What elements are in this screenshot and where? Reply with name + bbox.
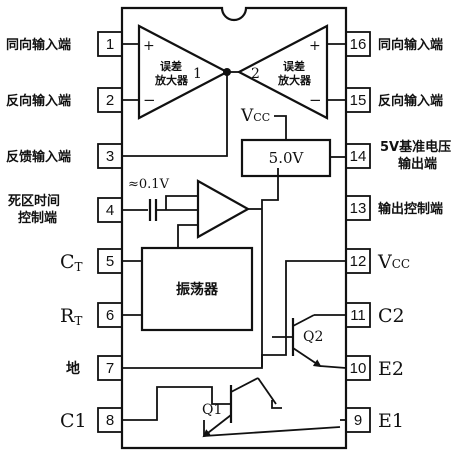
left-pins: 1 2 3 4 5 6 7 8 bbox=[97, 31, 123, 433]
deadtime-comparator: ≈0.1V bbox=[122, 177, 262, 248]
pin-label-15: 反向输入端 bbox=[378, 93, 443, 109]
pin-num-1: 1 bbox=[106, 36, 114, 53]
amp2-name-line2: 放大器 bbox=[277, 73, 312, 87]
amp2-number: 2 bbox=[251, 66, 260, 82]
pin-label-1: 同向输入端 bbox=[6, 37, 71, 53]
amp1-plus: + bbox=[143, 38, 155, 54]
amp1-name-line1: 误差 bbox=[160, 59, 182, 73]
vcc-supply-wire bbox=[261, 260, 346, 367]
pin-num-9: 9 bbox=[354, 412, 362, 429]
pin-label-13: 输出控制端 bbox=[378, 201, 443, 217]
q1-label: Q1 bbox=[202, 402, 222, 418]
pin-label-6: RT bbox=[60, 305, 82, 328]
pin-label-7: 地 bbox=[66, 360, 80, 377]
pin-label-2: 反向输入端 bbox=[6, 93, 71, 109]
amp2-minus: − bbox=[309, 91, 322, 109]
q2-label: Q2 bbox=[303, 329, 323, 345]
pin-num-3: 3 bbox=[106, 148, 114, 165]
pin-label-14-line1: 5V基准电压 bbox=[380, 139, 451, 155]
pin-num-15: 15 bbox=[350, 92, 367, 109]
pin-label-11: C2 bbox=[378, 305, 405, 327]
pin-num-2: 2 bbox=[106, 92, 114, 109]
pin-num-7: 7 bbox=[106, 360, 114, 377]
pin-num-6: 6 bbox=[106, 307, 114, 324]
pin-num-5: 5 bbox=[106, 253, 114, 270]
q1-transistor: Q1 bbox=[122, 377, 346, 438]
pin-label-9: E1 bbox=[378, 410, 404, 432]
pin-label-4-line1: 死区时间 bbox=[8, 193, 60, 209]
pin-label-3: 反馈输入端 bbox=[6, 149, 71, 165]
pin-label-10: E2 bbox=[378, 358, 404, 380]
pin-num-12: 12 bbox=[350, 253, 367, 270]
pin-num-16: 16 bbox=[350, 36, 367, 53]
error-amplifier-1: + − 误差 放大器 1 bbox=[122, 24, 230, 120]
ground-wire bbox=[122, 168, 279, 369]
amp1-minus: − bbox=[143, 91, 156, 109]
reference-5v-label: 5.0V bbox=[269, 149, 305, 167]
pin-num-11: 11 bbox=[350, 307, 366, 324]
amp2-name-line1: 误差 bbox=[283, 59, 305, 73]
pin-num-8: 8 bbox=[106, 412, 114, 429]
pin-num-14: 14 bbox=[350, 148, 367, 165]
oscillator-label: 振荡器 bbox=[176, 281, 219, 298]
tl494-block-diagram: 1 2 3 4 5 6 7 8 16 15 14 13 12 11 10 9 同… bbox=[6, 6, 451, 450]
amp1-name-line2: 放大器 bbox=[154, 73, 189, 87]
q2-transistor: Q2 bbox=[272, 314, 347, 369]
error-amplifier-2: + − 误差 放大器 2 bbox=[236, 24, 346, 120]
pin-num-4: 4 bbox=[106, 202, 114, 219]
pin-num-13: 13 bbox=[350, 200, 367, 217]
pin-label-12: VCC bbox=[377, 251, 410, 273]
pin-label-4-line2: 控制端 bbox=[18, 210, 57, 226]
amp2-plus: + bbox=[309, 38, 321, 54]
right-pins: 16 15 14 13 12 11 10 9 bbox=[345, 31, 371, 433]
pin-num-10: 10 bbox=[350, 360, 367, 377]
pin-label-16: 同向输入端 bbox=[378, 37, 443, 53]
pin-label-5: CT bbox=[60, 251, 83, 274]
pin-label-8: C1 bbox=[60, 410, 87, 432]
vcc-internal-label: VCC bbox=[240, 106, 270, 126]
pin-label-14-line2: 输出端 bbox=[398, 156, 437, 172]
deadtime-offset-label: ≈0.1V bbox=[128, 177, 170, 192]
deadtime-comparator-triangle bbox=[196, 179, 251, 239]
amp1-number: 1 bbox=[193, 66, 202, 82]
